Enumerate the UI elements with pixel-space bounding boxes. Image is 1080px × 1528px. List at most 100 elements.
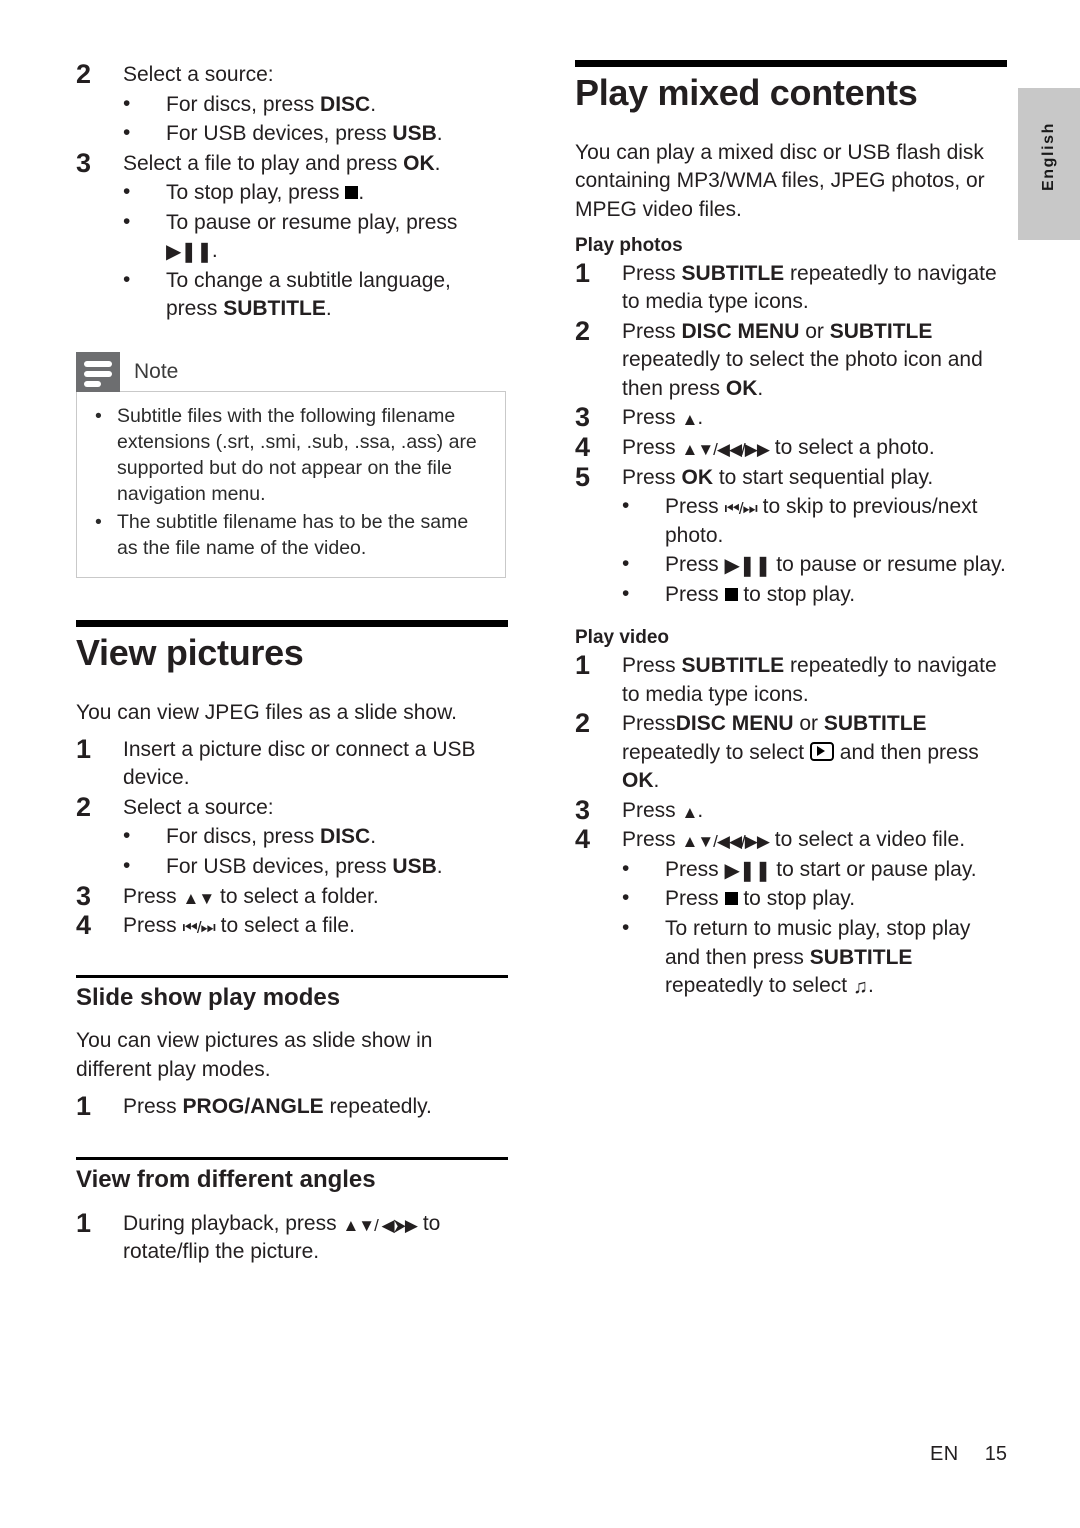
play-pause-icon: ▶❚❚	[724, 859, 772, 882]
step-text: Press DISC MENU or SUBTITLE repeatedly t…	[622, 318, 1007, 404]
note-body: • Subtitle files with the following file…	[76, 390, 506, 579]
step-text-pre: Press	[622, 435, 682, 459]
step-item: 5 Press OK to start sequential play.	[575, 461, 1007, 493]
step-text-post: .	[697, 406, 704, 430]
subsection-title: Play video	[575, 627, 669, 649]
step-text-pre: Select a file to play and press	[123, 151, 404, 175]
nav-arrows-icon: ▲▼/◀◀/▶▶	[681, 832, 770, 852]
bullet-text-pre: Press	[665, 857, 725, 881]
key-label: DISC MENU	[675, 712, 794, 736]
bullet-item: • For USB devices, press USB.	[76, 120, 508, 149]
step-text-pre: Press	[123, 884, 183, 908]
step-number: 1	[76, 1090, 92, 1121]
bullet-dot: •	[123, 267, 131, 291]
step-number: 2	[575, 315, 591, 346]
bullet-dot: •	[622, 915, 630, 939]
right-column: Play mixed contents You can play a mixed…	[575, 60, 1007, 1002]
bullet-dot: •	[123, 824, 131, 848]
bullet-dot: •	[622, 856, 630, 880]
step-item: 4 Press ▲▼/◀◀/▶▶ to select a photo.	[575, 432, 1007, 463]
key-label: USB	[392, 122, 437, 146]
up-arrow-icon: ▲	[681, 410, 699, 430]
nav-arrows-icon: ▲▼/◀◀/▶▶	[681, 439, 770, 459]
step-text: Insert a picture disc or connect a USB d…	[123, 737, 476, 790]
prev-next-icon: ⏮/⏭	[724, 499, 758, 519]
subsection-title: Slide show play modes	[76, 983, 341, 1011]
step-number: 2	[76, 791, 92, 822]
step-text-pre: Press	[622, 406, 682, 430]
step-text-mid: or	[793, 712, 824, 736]
step-number: 4	[76, 910, 92, 941]
bullet-text-post2: .	[867, 974, 874, 998]
language-tab-label: English	[1040, 122, 1057, 191]
video-icon	[809, 741, 834, 761]
bullet-text-pre: To pause or resume play, press	[166, 210, 458, 234]
note-lines-icon	[76, 351, 120, 392]
key-label: DISC	[320, 825, 371, 849]
step-item: 4 Press ▲▼/◀◀/▶▶ to select a video file.	[575, 824, 1007, 855]
note-header: Note	[76, 351, 506, 392]
subsection-title: Play photos	[575, 234, 683, 256]
key-label: OK	[681, 465, 714, 489]
key-label: SUBTITLE	[681, 261, 785, 285]
step-item: 2 Press DISC MENU or SUBTITLE repeatedly…	[575, 315, 1007, 404]
key-label: PROG/ANGLE	[182, 1094, 324, 1118]
step-number: 5	[575, 461, 591, 492]
bullet-dot: •	[123, 180, 131, 204]
bullet-item: • To return to music play, stop play and…	[575, 915, 1007, 1001]
bullet-text-pre: Press	[665, 582, 725, 606]
key-label: DISC MENU	[681, 319, 800, 343]
step-text-post: repeatedly to select	[622, 740, 810, 764]
step-item: 4 Press ⏮/⏭ to select a file.	[76, 910, 508, 941]
step-text-pre: Press	[622, 654, 682, 678]
bullet-dot: •	[622, 494, 630, 518]
bullet-text-post: repeatedly to select	[665, 974, 853, 998]
bullet-dot: •	[95, 510, 102, 533]
bullet-item: • To pause or resume play, press ▶❚❚.	[76, 209, 508, 266]
step-item: 3 Select a file to play and press OK.	[76, 148, 508, 179]
note-item-text: Subtitle files with the following filena…	[117, 404, 477, 505]
view-pictures-section: View pictures You can view JPEG files as…	[76, 620, 508, 940]
up-arrow-icon: ▲	[681, 802, 699, 822]
key-label: OK	[622, 769, 654, 793]
stop-icon	[345, 186, 359, 200]
step-text-post: to select a photo.	[768, 435, 935, 459]
step-text-pre: During playback, press	[123, 1211, 343, 1235]
step-text: PressDISC MENU or SUBTITLE repeatedly to…	[622, 710, 1007, 796]
step-number: 1	[76, 733, 92, 764]
step-number: 1	[575, 257, 591, 288]
step-text-post: .	[434, 151, 441, 175]
step-text: Press ▲.	[622, 797, 1007, 826]
slide-show-play-modes-section: Slide show play modes You can view pictu…	[76, 974, 508, 1122]
bullet-item: • Press ▶❚❚ to start or pause play.	[575, 856, 1007, 885]
step-item: 1 Press SUBTITLE repeatedly to navigate …	[575, 650, 1007, 709]
stop-icon	[724, 892, 738, 906]
bullet-text-post: .	[436, 855, 443, 878]
step-text: Press SUBTITLE repeatedly to navigate to…	[622, 260, 1007, 317]
bullet-text-pre: Press	[665, 553, 725, 577]
prev-next-icon: ⏮/⏭	[182, 918, 216, 938]
step-text: Press OK to start sequential play.	[622, 464, 1007, 493]
key-label: OK	[725, 376, 758, 400]
step-item: 1 Press SUBTITLE repeatedly to navigate …	[575, 257, 1007, 317]
step-text-post: repeatedly.	[323, 1094, 432, 1118]
step-text: Select a file to play and press OK.	[123, 150, 508, 179]
play-pause-icon: ▶❚❚	[166, 241, 213, 264]
step-item: 2 Select a source:	[76, 59, 508, 90]
key-label: SUBTITLE	[223, 297, 326, 321]
bullet-item: • For discs, press DISC.	[76, 91, 508, 120]
step-text-post: to select a video file.	[768, 828, 966, 852]
bullet-item: • Press to stop play.	[575, 885, 1007, 914]
language-tab: English	[1018, 88, 1080, 240]
bullet-text-post: .	[358, 181, 365, 205]
bullet-item: • For USB devices, press USB.	[76, 853, 508, 882]
step-text-post3: .	[653, 769, 660, 793]
step-text: Press ⏮/⏭ to select a file.	[123, 912, 508, 941]
key-label: SUBTITLE	[829, 319, 933, 343]
step-number: 2	[76, 59, 92, 89]
bullet-dot: •	[123, 209, 131, 233]
page-footer: EN 15	[0, 1443, 1007, 1466]
step-text: Press SUBTITLE repeatedly to navigate to…	[622, 652, 1007, 709]
section-intro: You can play a mixed disc or USB flash d…	[575, 140, 985, 222]
bullet-text-post: to stop play.	[737, 887, 856, 911]
